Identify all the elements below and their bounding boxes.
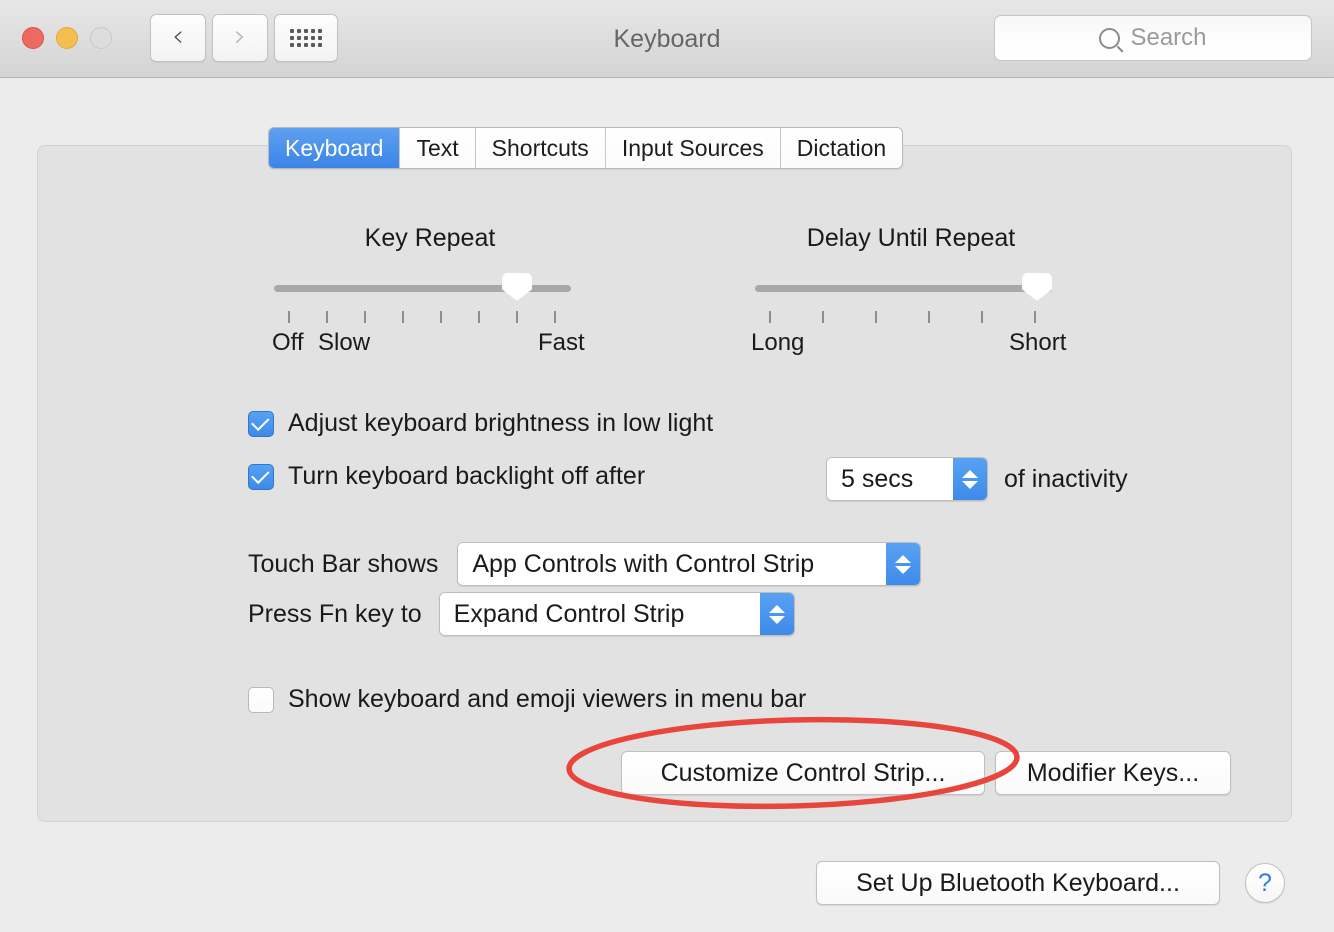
- delay-until-repeat-label: Delay Until Repeat: [806, 224, 1016, 252]
- search-icon: [1099, 27, 1121, 49]
- customize-control-strip-button[interactable]: Customize Control Strip...: [621, 751, 985, 795]
- adjust-brightness-label: Adjust keyboard brightness in low light: [288, 409, 714, 437]
- delay-until-repeat-slider-group: Delay Until Repeat Long Short: [751, 224, 1071, 375]
- delay-label-short: Short: [1009, 329, 1067, 356]
- key-repeat-label-fast: Fast: [538, 329, 585, 356]
- chevron-up-icon[interactable]: [895, 554, 912, 563]
- check-icon: [251, 465, 270, 484]
- chevron-up-icon[interactable]: [962, 469, 978, 478]
- stepper-arrows[interactable]: [953, 458, 987, 500]
- backlight-off-label: Turn keyboard backlight off after: [288, 462, 646, 490]
- tab-text[interactable]: Text: [400, 128, 476, 168]
- key-repeat-slider-ticks: [270, 311, 590, 323]
- press-fn-key-value[interactable]: Expand Control Strip: [439, 593, 760, 635]
- set-up-bluetooth-keyboard-button[interactable]: Set Up Bluetooth Keyboard...: [816, 861, 1220, 905]
- adjust-brightness-row[interactable]: Adjust keyboard brightness in low light: [248, 409, 713, 438]
- search-input[interactable]: Search: [994, 15, 1312, 61]
- tab-shortcuts[interactable]: Shortcuts: [475, 128, 606, 168]
- keyboard-settings-panel: Key Repeat Off Slow Fast Delay Until Rep…: [37, 145, 1292, 822]
- tab-input-sources[interactable]: Input Sources: [605, 128, 781, 168]
- key-repeat-label: Key Repeat: [364, 224, 496, 252]
- system-preferences-window: ‹ › Keyboard Search Keyboard Text Shortc…: [0, 0, 1334, 932]
- control-strip-buttons-row: Customize Control Strip... Modifier Keys…: [621, 751, 1231, 795]
- chevron-down-icon[interactable]: [895, 565, 912, 574]
- press-fn-key-label: Press Fn key to: [248, 599, 422, 628]
- popup-arrows[interactable]: [759, 593, 794, 635]
- show-viewers-label: Show keyboard and emoji viewers in menu …: [288, 685, 807, 713]
- touch-bar-shows-label: Touch Bar shows: [248, 549, 439, 578]
- key-repeat-label-off: Off: [272, 329, 304, 356]
- backlight-timeout-group: 5 secs of inactivity: [826, 457, 1128, 501]
- search-placeholder: Search: [1130, 24, 1207, 51]
- key-repeat-label-slow: Slow: [318, 329, 371, 356]
- modifier-keys-button[interactable]: Modifier Keys...: [995, 751, 1231, 795]
- press-fn-key-popup[interactable]: Expand Control Strip: [438, 592, 795, 636]
- press-fn-key-row: Press Fn key to Expand Control Strip: [248, 592, 795, 636]
- show-viewers-checkbox[interactable]: [248, 686, 274, 713]
- backlight-off-row[interactable]: Turn keyboard backlight off after: [248, 462, 645, 491]
- help-button[interactable]: ?: [1245, 863, 1285, 903]
- backlight-off-checkbox[interactable]: [248, 463, 274, 490]
- key-repeat-slider-thumb[interactable]: [502, 273, 532, 301]
- delay-slider-thumb[interactable]: [1022, 273, 1052, 301]
- tab-keyboard[interactable]: Keyboard: [269, 128, 401, 168]
- backlight-timeout-value[interactable]: 5 secs: [827, 458, 953, 500]
- delay-slider-track[interactable]: [755, 285, 1052, 292]
- touch-bar-shows-row: Touch Bar shows App Controls with Contro…: [248, 542, 922, 586]
- chevron-down-icon[interactable]: [962, 480, 978, 489]
- tab-dictation[interactable]: Dictation: [780, 128, 903, 168]
- key-repeat-slider-group: Key Repeat Off Slow Fast: [270, 224, 590, 375]
- popup-arrows[interactable]: [886, 543, 921, 585]
- adjust-brightness-checkbox[interactable]: [248, 410, 274, 437]
- window-titlebar: ‹ › Keyboard Search: [0, 0, 1334, 78]
- delay-label-long: Long: [751, 329, 805, 356]
- backlight-timeout-stepper[interactable]: 5 secs: [826, 457, 988, 501]
- chevron-down-icon[interactable]: [768, 615, 785, 624]
- show-viewers-row[interactable]: Show keyboard and emoji viewers in menu …: [248, 685, 806, 714]
- bottom-actions-row: Set Up Bluetooth Keyboard... ?: [816, 861, 1285, 905]
- touch-bar-shows-value[interactable]: App Controls with Control Strip: [458, 543, 887, 585]
- chevron-up-icon[interactable]: [768, 604, 785, 613]
- touch-bar-shows-popup[interactable]: App Controls with Control Strip: [457, 542, 922, 586]
- inactivity-label: of inactivity: [1004, 464, 1128, 493]
- delay-slider-ticks: [751, 311, 1071, 323]
- tab-bar: Keyboard Text Shortcuts Input Sources Di…: [268, 127, 904, 169]
- check-icon: [251, 412, 270, 431]
